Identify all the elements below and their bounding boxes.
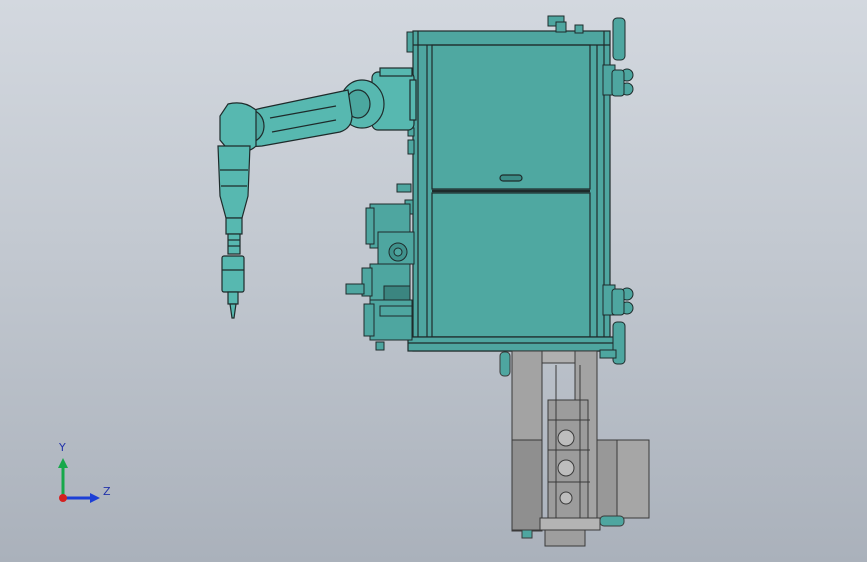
y-axis-label: Y	[59, 441, 66, 454]
z-axis-label: Z	[103, 485, 111, 498]
z-axis-arrowhead	[90, 493, 100, 503]
origin-dot	[59, 494, 67, 502]
cabinet-upper-panel	[431, 44, 591, 190]
cabinet-handle	[499, 174, 523, 182]
cabinet-base	[407, 336, 619, 352]
cad-model-view[interactable]	[0, 0, 867, 562]
lower-mechanism[interactable]	[499, 350, 650, 547]
robot-wrist	[225, 217, 243, 235]
cabinet-lower-panel	[431, 192, 591, 338]
mechanism-foot	[544, 529, 586, 547]
robot-elbow	[219, 102, 257, 153]
cabinet-assembly[interactable]	[407, 30, 619, 352]
robot-tool	[221, 255, 245, 293]
y-axis-arrowhead	[58, 458, 68, 468]
graphics-viewport[interactable]: Y Z	[0, 0, 867, 562]
cabinet-left-components	[345, 127, 415, 351]
robot-forearm	[217, 145, 251, 219]
